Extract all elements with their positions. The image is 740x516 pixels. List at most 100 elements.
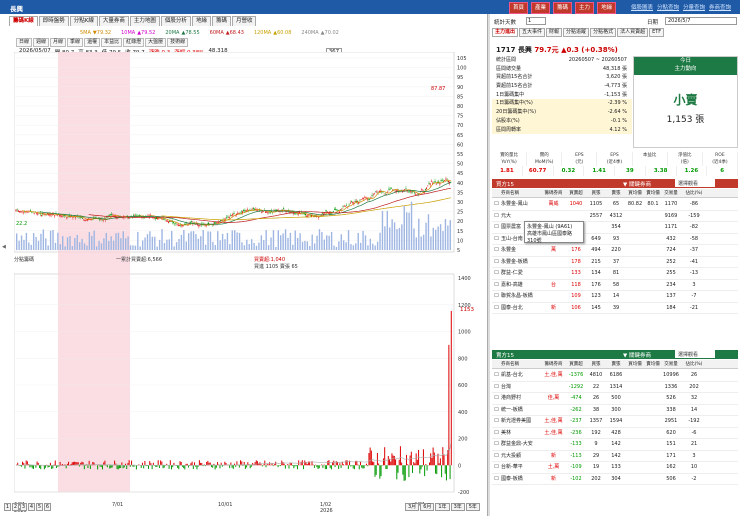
- page-3-button[interactable]: 3: [20, 503, 27, 511]
- row-checkbox[interactable]: ☐: [492, 257, 501, 268]
- column-header[interactable]: 買均價: [626, 189, 644, 197]
- tab-monthly-revenue[interactable]: 月營收: [231, 16, 257, 26]
- period-6m-button[interactable]: 6月: [420, 503, 435, 511]
- price-chart[interactable]: 1051009590858075706560555045403530252015…: [14, 52, 474, 514]
- sell-key-broker-toggle[interactable]: ▼ 關鍵券商: [623, 351, 651, 359]
- menu-chips-button[interactable]: 籌碼: [553, 2, 573, 14]
- period-5y-button[interactable]: 5年: [465, 503, 480, 511]
- column-header[interactable]: 佔比(%): [680, 189, 708, 197]
- table-row[interactable]: ☐ 群益-仁愛 133 134 81 255 -13: [492, 268, 738, 280]
- table-row[interactable]: ☐ 永豐金 萬 176 494 220 724 -37: [492, 245, 738, 257]
- table-row[interactable]: ☐ 永豐金-板橋 178 215 37 252 -41: [492, 257, 738, 268]
- row-checkbox[interactable]: ☐: [492, 222, 501, 233]
- page-4-button[interactable]: 4: [28, 503, 35, 511]
- column-header[interactable]: 買賣超: [566, 189, 586, 197]
- page-6-button[interactable]: 6: [44, 503, 51, 511]
- table-row[interactable]: ☐ 群益金鼎-大安 -133 9 142 151 21: [492, 439, 738, 451]
- tool-adjusted[interactable]: 還權: [84, 38, 101, 47]
- column-header[interactable]: 交易量: [662, 360, 680, 368]
- table-row[interactable]: ☐ 港商野村 佳,萬 -474 26 500 526 32: [492, 393, 738, 405]
- tab-chips-kline[interactable]: 籌碼K線: [9, 16, 38, 26]
- tab-financials[interactable]: 財報: [546, 28, 563, 37]
- column-header[interactable]: 賣張: [606, 360, 626, 368]
- broker-name[interactable]: 永豐金-板橋: [501, 257, 541, 268]
- tool-market-pressure[interactable]: 大盤壓: [145, 38, 167, 47]
- buy-filter-select[interactable]: 選擇觀看: [675, 179, 715, 187]
- column-header[interactable]: [492, 360, 501, 368]
- column-header[interactable]: 賣均價: [644, 189, 662, 197]
- column-header[interactable]: [492, 189, 501, 197]
- broker-name[interactable]: 國泰-台北: [501, 303, 541, 314]
- row-checkbox[interactable]: ☐: [492, 268, 501, 279]
- tool-daily[interactable]: 日線: [16, 38, 33, 47]
- table-row[interactable]: ☐ 嘉和-高雄 台 118 176 58 234 3: [492, 280, 738, 291]
- tab-branch-format[interactable]: 分點格式: [590, 28, 617, 37]
- table-row[interactable]: ☐ 美林 土,佳,萬 -236 192 428 620 -6: [492, 428, 738, 439]
- pane-collapse-icon[interactable]: ◀: [2, 244, 6, 250]
- row-checkbox[interactable]: ☐: [492, 291, 501, 302]
- tool-technical-select[interactable]: 技術線: [167, 38, 189, 47]
- column-header[interactable]: 券商名稱: [501, 360, 541, 368]
- row-checkbox[interactable]: ☐: [492, 439, 501, 450]
- tab-institutional[interactable]: 法人買賣超: [617, 28, 649, 37]
- column-header[interactable]: 買張: [586, 360, 606, 368]
- broker-name[interactable]: 美林: [501, 428, 541, 439]
- page-5-button[interactable]: 5: [36, 503, 43, 511]
- tab-chips[interactable]: 籌碼: [211, 16, 231, 26]
- broker-name[interactable]: 新光證券美國: [501, 416, 541, 427]
- column-header[interactable]: 籌碼券商: [541, 189, 566, 197]
- tab-branch-track[interactable]: 分點追蹤: [563, 28, 590, 37]
- broker-name[interactable]: 嘉和-高雄: [501, 280, 541, 291]
- tab-big-brokers[interactable]: 大量券商: [98, 16, 129, 26]
- column-header[interactable]: 買張: [586, 189, 606, 197]
- row-checkbox[interactable]: ☐: [492, 393, 501, 404]
- tool-monthly[interactable]: 月線: [50, 38, 67, 47]
- tool-quarterly[interactable]: 季線: [67, 38, 84, 47]
- row-checkbox[interactable]: ☐: [492, 234, 501, 245]
- row-checkbox[interactable]: ☐: [492, 462, 501, 473]
- column-header[interactable]: 賣均價: [644, 360, 662, 368]
- link-volume-query[interactable]: 分量查詢: [683, 3, 705, 11]
- row-checkbox[interactable]: ☐: [492, 303, 501, 314]
- row-checkbox[interactable]: ☐: [492, 451, 501, 462]
- page-2-button[interactable]: 2: [12, 503, 19, 511]
- row-checkbox[interactable]: ☐: [492, 405, 501, 416]
- row-checkbox[interactable]: ☐: [492, 474, 501, 485]
- tab-realtime[interactable]: 即時盤勢: [38, 16, 69, 26]
- date-field[interactable]: 2026/5/7: [665, 17, 737, 25]
- table-row[interactable]: ☐ 統一-板橋 -262 38 300 338 14: [492, 405, 738, 416]
- period-1y-button[interactable]: 1年: [435, 503, 450, 511]
- tool-weekly[interactable]: 週線: [33, 38, 50, 47]
- buy-key-broker-toggle[interactable]: ▼ 關鍵券商: [623, 180, 651, 188]
- row-checkbox[interactable]: ☐: [492, 211, 501, 222]
- broker-name[interactable]: 台灣: [501, 382, 541, 393]
- table-row[interactable]: ☐ 凱基-台北 土,佳,萬 -1376 4810 6186 10996 26: [492, 370, 738, 382]
- broker-name[interactable]: 永豐金-鳳山: [501, 199, 541, 210]
- menu-industry-button[interactable]: 產業: [531, 2, 551, 14]
- tab-stock-analysis[interactable]: 個股分析: [160, 16, 191, 26]
- broker-name[interactable]: 台新-華平: [501, 462, 541, 473]
- link-stock-charts[interactable]: 個股圖表: [631, 3, 653, 11]
- row-checkbox[interactable]: ☐: [492, 370, 501, 381]
- table-row[interactable]: ☐ 元大投顧 新 -113 29 142 171 3: [492, 451, 738, 462]
- link-branch-query[interactable]: 分點查詢: [657, 3, 679, 11]
- row-checkbox[interactable]: ☐: [492, 416, 501, 427]
- tool-pe[interactable]: 本益比: [101, 38, 123, 47]
- broker-name[interactable]: 永豐金: [501, 245, 541, 256]
- row-checkbox[interactable]: ☐: [492, 428, 501, 439]
- broker-name[interactable]: 凱基-台北: [501, 370, 541, 381]
- tab-geo[interactable]: 地緣: [191, 16, 211, 26]
- column-header[interactable]: 佔比(%): [680, 360, 708, 368]
- broker-name[interactable]: 群益-仁愛: [501, 268, 541, 279]
- column-header[interactable]: 交易量: [662, 189, 680, 197]
- table-row[interactable]: ☐ 台新-華平 土,萬 -109 19 133 162 10: [492, 462, 738, 474]
- broker-name[interactable]: 聯賀永昌-板橋: [501, 291, 541, 302]
- table-row[interactable]: ☐ 台灣 -1292 22 1314 1336 202: [492, 382, 738, 393]
- broker-name[interactable]: 國泰-板橋: [501, 474, 541, 485]
- tool-traffic-light[interactable]: 紅綠燈: [123, 38, 145, 47]
- column-header[interactable]: 賣張: [606, 189, 626, 197]
- sell-filter-select[interactable]: 選擇觀看: [675, 350, 715, 358]
- row-checkbox[interactable]: ☐: [492, 199, 501, 210]
- menu-home-button[interactable]: 首頁: [509, 2, 529, 14]
- column-header[interactable]: 買均價: [626, 360, 644, 368]
